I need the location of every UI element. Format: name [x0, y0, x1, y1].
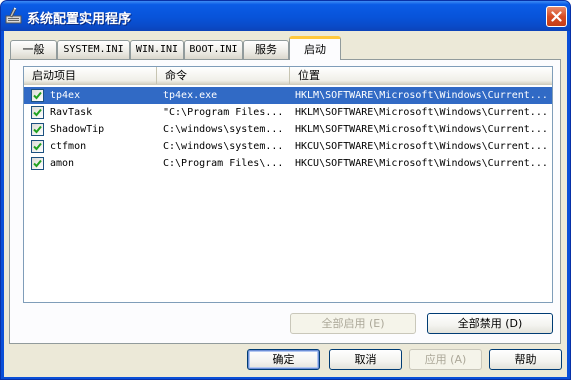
startup-checkbox[interactable]: [31, 89, 44, 102]
cell-item: RavTask: [50, 107, 93, 118]
checkmark-icon: [33, 91, 42, 100]
checkmark-icon: [33, 125, 42, 134]
tab-win-ini[interactable]: WIN.INI: [130, 40, 184, 59]
list-row-tp4ex[interactable]: tp4ex tp4ex.exe HKLM\SOFTWARE\Microsoft\…: [24, 87, 552, 104]
title-bar[interactable]: 系统配置实用程序: [1, 1, 570, 31]
msconfig-window: 系统配置实用程序 一般 SYSTEM.INI WIN.INI BOOT.INI …: [0, 0, 571, 380]
msconfig-app-icon: [5, 7, 22, 24]
list-row-ravtask[interactable]: RavTask "C:\Program Files... HKLM\SOFTWA…: [24, 104, 552, 121]
cell-command: C:\windows\system...: [163, 141, 284, 152]
dialog-client-area: 一般 SYSTEM.INI WIN.INI BOOT.INI 服务 启动 启动项…: [4, 31, 567, 377]
startup-checkbox[interactable]: [31, 106, 44, 119]
column-header-startup-item[interactable]: 启动项目: [24, 67, 157, 84]
cell-item: ShadowTip: [50, 124, 105, 135]
checkmark-icon: [33, 108, 42, 117]
cell-location: HKCU\SOFTWARE\Microsoft\Windows\Current.…: [295, 141, 548, 152]
close-button[interactable]: [546, 6, 567, 27]
cell-command: C:\Program Files\...: [163, 158, 284, 169]
cell-location: HKLM\SOFTWARE\Microsoft\Windows\Current.…: [295, 90, 548, 101]
cell-command: "C:\Program Files...: [163, 107, 284, 118]
cell-item: ctfmon: [50, 141, 87, 152]
list-header: 启动项目 命令 位置: [24, 67, 552, 85]
tab-services[interactable]: 服务: [243, 40, 289, 59]
checkmark-icon: [33, 142, 42, 151]
enable-all-button[interactable]: 全部启用 (E): [290, 313, 416, 334]
tab-boot-ini[interactable]: BOOT.INI: [184, 40, 243, 59]
cancel-button[interactable]: 取消: [329, 349, 402, 370]
apply-button[interactable]: 应用 (A): [409, 349, 482, 370]
tab-startup[interactable]: 启动: [289, 36, 341, 60]
tab-system-ini[interactable]: SYSTEM.INI: [57, 40, 130, 59]
column-header-location[interactable]: 位置: [290, 67, 552, 84]
startup-checkbox[interactable]: [31, 140, 44, 153]
ok-button[interactable]: 确定: [247, 349, 320, 370]
cell-location: HKCU\SOFTWARE\Microsoft\Windows\Current.…: [295, 158, 548, 169]
startup-checkbox[interactable]: [31, 123, 44, 136]
help-button[interactable]: 帮助: [489, 349, 562, 370]
window-title: 系统配置实用程序: [27, 12, 132, 27]
close-icon: [551, 11, 562, 22]
cell-command: tp4ex.exe: [163, 90, 218, 101]
cell-location: HKLM\SOFTWARE\Microsoft\Windows\Current.…: [295, 124, 548, 135]
checkmark-icon: [33, 159, 42, 168]
column-header-command[interactable]: 命令: [157, 67, 290, 84]
list-row-shadowtip[interactable]: ShadowTip C:\windows\system... HKLM\SOFT…: [24, 121, 552, 138]
disable-all-button[interactable]: 全部禁用 (D): [427, 313, 553, 334]
startup-items-list[interactable]: 启动项目 命令 位置 tp4ex tp4ex.exe HKLM\SOFTWARE…: [23, 66, 553, 303]
tab-general[interactable]: 一般: [10, 40, 57, 59]
cell-location: HKLM\SOFTWARE\Microsoft\Windows\Current.…: [295, 107, 548, 118]
list-row-ctfmon[interactable]: ctfmon C:\windows\system... HKCU\SOFTWAR…: [24, 138, 552, 155]
startup-checkbox[interactable]: [31, 157, 44, 170]
cell-command: C:\windows\system...: [163, 124, 284, 135]
list-row-amon[interactable]: amon C:\Program Files\... HKCU\SOFTWARE\…: [24, 155, 552, 172]
startup-tab-panel: 启动项目 命令 位置 tp4ex tp4ex.exe HKLM\SOFTWARE…: [9, 59, 561, 344]
cell-item: amon: [50, 158, 75, 169]
cell-item: tp4ex: [50, 90, 81, 101]
